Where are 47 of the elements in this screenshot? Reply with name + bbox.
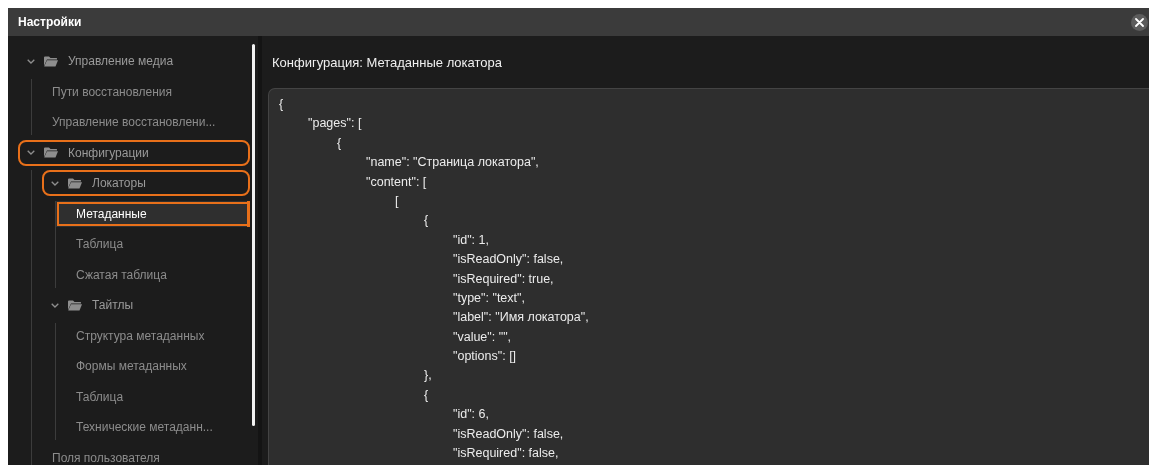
folder-icon <box>68 299 82 311</box>
tree-item[interactable]: Таблица <box>56 231 250 257</box>
scrollbar[interactable] <box>252 44 255 426</box>
code-line: "content": [ <box>365 173 428 191</box>
close-icon <box>1135 17 1144 27</box>
tree-item[interactable]: Формы метаданных <box>56 353 250 379</box>
tree-item[interactable]: Метаданные <box>56 200 250 227</box>
folder-icon <box>44 55 58 67</box>
folder-icon <box>68 177 82 189</box>
tree-item[interactable]: Сжатая таблица <box>56 261 250 288</box>
tree-item[interactable]: Структура метаданных <box>56 322 250 349</box>
code-line: "pages": [ <box>307 115 363 133</box>
code-line: { <box>336 134 343 152</box>
close-button[interactable] <box>1131 13 1148 31</box>
tree-item[interactable]: Таблица <box>56 383 250 410</box>
tree-item[interactable]: Управление медиа <box>8 48 250 74</box>
tree-item[interactable]: Локаторы <box>42 170 250 196</box>
code-line: "id": 6, <box>452 406 490 424</box>
tree-item[interactable]: Конфигурации <box>18 139 250 166</box>
code-line: { <box>423 212 430 230</box>
code-line: { <box>423 386 430 404</box>
window-title: Настройки <box>18 15 82 29</box>
code-line: "type": "text", <box>452 289 526 307</box>
folder-icon <box>44 147 58 158</box>
code-line: "options": [] <box>452 348 518 366</box>
code-line: "isReadOnly": false, <box>452 251 565 269</box>
tree-item[interactable]: Пути восстановления <box>32 78 250 105</box>
code-line: "name": "Страница локатора", <box>365 154 540 172</box>
code-line: "label": "Имя локатора", <box>452 309 590 327</box>
tree-item[interactable]: Технические метаданн... <box>56 414 250 440</box>
code-line: "value": "", <box>452 328 513 346</box>
code-editor[interactable] <box>268 88 1149 465</box>
code-line: [ <box>394 192 400 210</box>
chevron-icon <box>51 302 59 308</box>
panel-heading: Конфигурация: Метаданные локатора <box>271 53 503 72</box>
code-line: "isReadOnly": false, <box>452 425 565 443</box>
chevron-icon <box>51 180 59 186</box>
code-line: { <box>279 96 285 113</box>
tree-item[interactable]: Тайтлы <box>32 292 250 318</box>
tree-item[interactable]: Управление восстановлени... <box>32 109 250 135</box>
tree-item[interactable]: Поля пользователя <box>32 444 250 465</box>
code-line: "id": 1, <box>452 231 490 249</box>
chevron-icon <box>27 58 35 64</box>
code-line: }, <box>423 367 433 385</box>
code-line: "isRequired": false, <box>452 445 560 463</box>
code-line: "isRequired": true, <box>452 270 555 288</box>
chevron-icon <box>27 150 35 155</box>
